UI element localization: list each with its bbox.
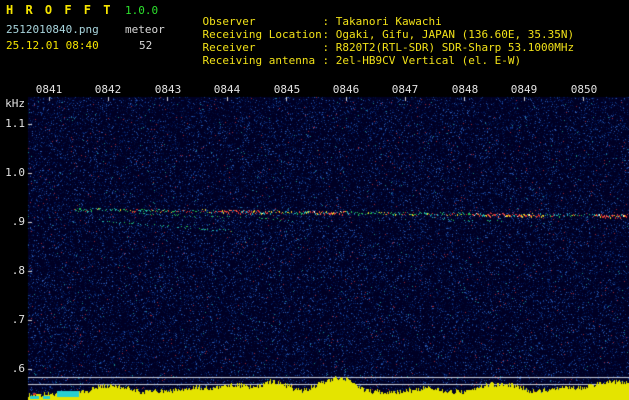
hrofft-output-image: H R O F F T 1.0.0 2512010840.png meteor … [0,0,629,400]
time-label: 0843 [154,83,182,96]
freq-label: 1.0 [5,166,25,179]
echo-count: 52 [139,39,153,52]
observation-datetime: 25.12.01 08:40 [6,39,99,52]
info-row-antenna: Receiving antenna : 2el-HB9CV Vertical (e… [176,43,522,79]
app-title: H R O F F T [6,3,113,17]
app-version: 1.0.0 [125,4,159,17]
time-label: 0847 [391,83,419,96]
observation-mode: meteor [125,23,165,36]
time-label: 0841 [35,83,63,96]
time-label: 0844 [213,83,241,96]
output-filename: 2512010840.png [6,23,99,36]
freq-label: .9 [11,215,25,228]
time-label: 0842 [94,83,122,96]
freq-label: 1.1 [5,117,25,130]
time-label: 0848 [451,83,479,96]
info-value: : 2el-HB9CV Vertical (el. E-W) [322,54,522,67]
freq-label: .8 [11,264,25,277]
time-label: 0849 [510,83,538,96]
freq-label: .6 [11,362,25,375]
time-label: 0845 [273,83,301,96]
info-label: Receiving antenna [202,54,316,67]
freq-label: .7 [11,313,25,326]
freq-unit-label: kHz [5,97,25,110]
time-label: 0846 [332,83,360,96]
time-label: 0850 [570,83,598,96]
